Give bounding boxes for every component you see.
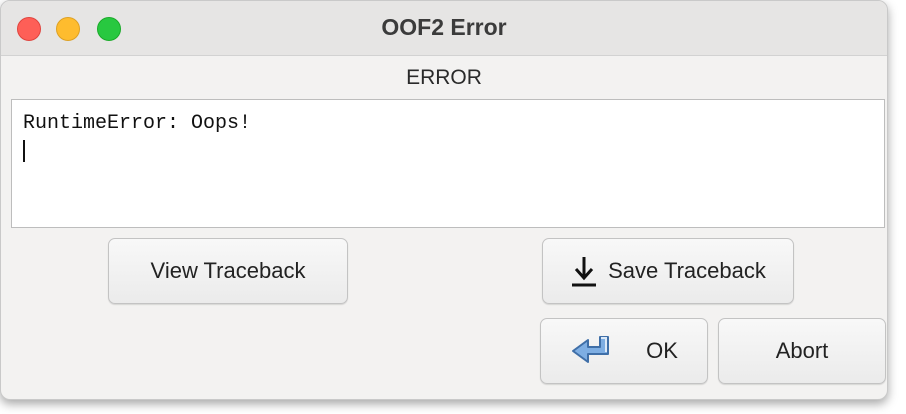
abort-button[interactable]: Abort <box>718 318 886 384</box>
return-arrow-icon <box>570 334 612 368</box>
download-arrow-icon <box>570 254 598 288</box>
title-bar: OOF2 Error <box>1 1 887 56</box>
ok-label: OK <box>646 338 678 363</box>
abort-label: Abort <box>775 338 829 363</box>
save-traceback-label: Save Traceback <box>608 258 766 283</box>
error-message-textarea[interactable]: RuntimeError: Oops! <box>11 99 885 228</box>
error-message-text: RuntimeError: Oops! <box>23 112 252 135</box>
window-title: OOF2 Error <box>381 14 507 40</box>
error-heading: ERROR <box>406 66 482 89</box>
view-traceback-button[interactable]: View Traceback <box>108 238 348 304</box>
save-traceback-button[interactable]: Save Traceback <box>542 238 794 304</box>
ok-button[interactable]: OK <box>540 318 708 384</box>
error-dialog-window: OOF2 Error ERROR RuntimeError: Oops! Vie… <box>0 0 888 400</box>
view-traceback-label: View Traceback <box>150 258 306 283</box>
text-cursor <box>23 140 25 162</box>
